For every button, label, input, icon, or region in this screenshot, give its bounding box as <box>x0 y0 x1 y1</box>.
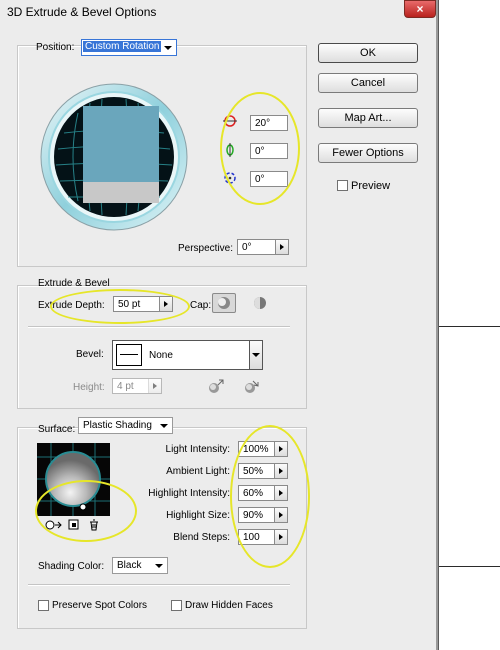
draw-hidden-faces-label: Draw Hidden Faces <box>185 600 273 611</box>
chevron-down-icon <box>160 424 168 428</box>
ambient-light-label: Ambient Light: <box>166 466 230 477</box>
highlight-ellipse-extrude-depth <box>50 289 190 324</box>
map-art-button[interactable]: Map Art... <box>318 108 418 128</box>
preserve-spot-colors-checkbox[interactable] <box>38 600 49 611</box>
bevel-value: None <box>149 350 173 361</box>
cap-label: Cap: <box>190 300 212 311</box>
bevel-swatch <box>116 344 142 366</box>
rotation-track-cube[interactable] <box>40 83 188 231</box>
perspective-field[interactable]: 0° <box>237 239 289 255</box>
cap-off-button[interactable] <box>250 293 270 313</box>
cap-on-button[interactable] <box>212 293 236 313</box>
perspective-stepper[interactable] <box>275 239 289 255</box>
background-line <box>438 566 500 567</box>
shading-color-label: Shading Color: <box>38 561 105 572</box>
window-title: 3D Extrude & Bevel Options <box>7 5 157 19</box>
shading-color-value: Black <box>117 560 142 571</box>
surface-dropdown[interactable]: Plastic Shading <box>78 417 173 434</box>
height-label: Height: <box>73 382 105 393</box>
bevel-label: Bevel: <box>76 349 104 360</box>
highlight-ellipse-surface-fields <box>230 425 310 568</box>
bevel-in-button[interactable] <box>241 377 261 395</box>
position-dropdown[interactable]: Custom Rotation <box>81 39 177 56</box>
blend-steps-label: Blend Steps: <box>173 532 230 543</box>
cap-off-icon <box>254 297 266 309</box>
divider <box>28 584 290 586</box>
position-label: Position: <box>36 42 75 53</box>
extrude-section-title: Extrude & Bevel <box>38 278 110 289</box>
highlight-intensity-label: Highlight Intensity: <box>148 488 230 499</box>
highlight-ellipse-light <box>35 480 137 542</box>
preview-label: Preview <box>351 180 391 192</box>
perspective-label: Perspective: <box>178 243 234 254</box>
preview-checkbox[interactable] <box>337 180 348 191</box>
track-cube-icon <box>40 83 188 231</box>
close-icon: × <box>416 2 424 16</box>
height-stepper[interactable] <box>148 378 162 394</box>
ok-button[interactable]: OK <box>318 43 418 63</box>
cap-on-icon <box>218 297 230 309</box>
draw-hidden-faces-checkbox[interactable] <box>171 600 182 611</box>
bevel-in-icon <box>245 380 259 393</box>
surface-label: Surface: <box>38 424 76 435</box>
chevron-down-icon <box>252 353 260 357</box>
cancel-button[interactable]: Cancel <box>318 73 418 93</box>
bevel-out-button[interactable] <box>205 377 225 395</box>
highlight-size-label: Highlight Size: <box>166 510 230 521</box>
position-value: Custom Rotation <box>83 41 162 52</box>
extrude-bevel-dialog: 3D Extrude & Bevel Options × Position: C… <box>0 0 438 650</box>
chevron-down-icon <box>164 46 172 50</box>
fewer-options-button[interactable]: Fewer Options <box>318 143 418 163</box>
shading-color-dropdown[interactable]: Black <box>112 557 168 574</box>
bevel-dropdown-button[interactable] <box>249 340 263 370</box>
bevel-dropdown[interactable]: None <box>112 340 263 370</box>
chevron-down-icon <box>155 564 163 568</box>
height-field[interactable]: 4 pt <box>112 378 162 394</box>
divider <box>28 326 290 328</box>
light-intensity-label: Light Intensity: <box>165 444 230 455</box>
bevel-out-icon <box>209 379 224 393</box>
title-bar: 3D Extrude & Bevel Options × <box>0 0 436 26</box>
background-line <box>438 326 500 327</box>
surface-value: Plastic Shading <box>83 420 152 431</box>
close-button[interactable]: × <box>404 0 436 18</box>
preserve-spot-colors-label: Preserve Spot Colors <box>52 600 148 611</box>
highlight-ellipse-rotation <box>220 92 300 205</box>
